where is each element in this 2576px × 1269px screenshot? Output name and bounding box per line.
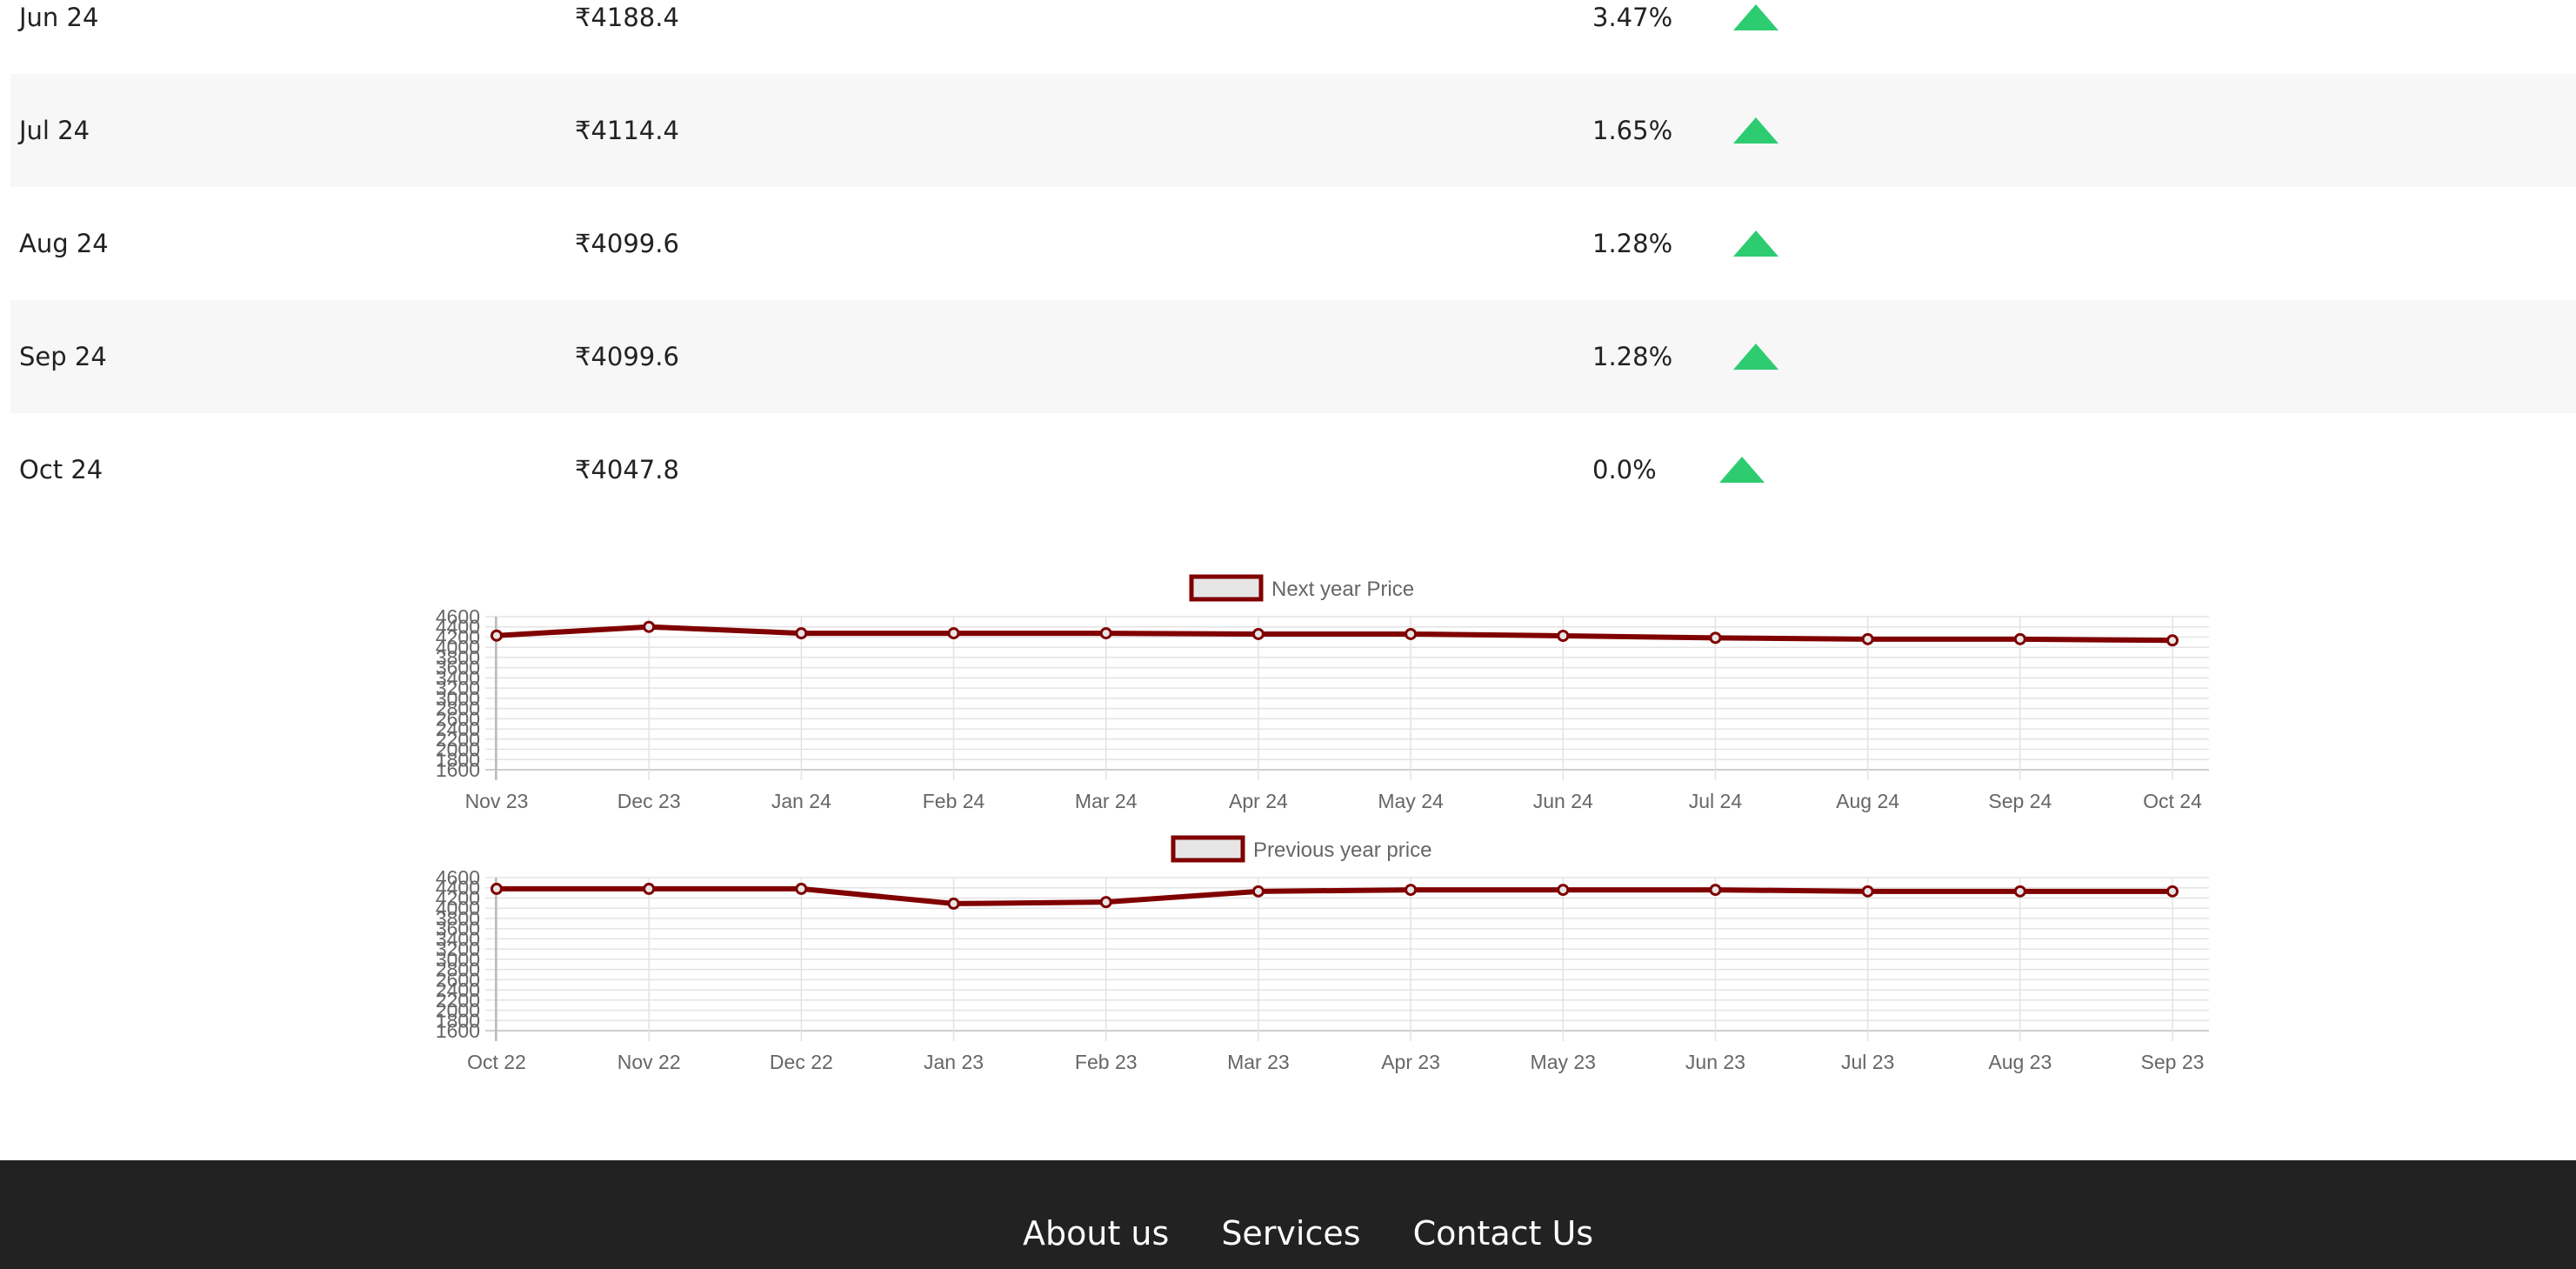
data-point[interactable] bbox=[2013, 885, 2026, 898]
x-tick-label: Aug 23 bbox=[1988, 1051, 2052, 1073]
data-point[interactable] bbox=[1861, 632, 1874, 645]
x-tick-label: Jul 23 bbox=[1841, 1051, 1894, 1073]
x-tick-label: Jun 23 bbox=[1685, 1051, 1745, 1073]
data-point[interactable] bbox=[1405, 884, 1418, 897]
price-cell: ₹4188.4 bbox=[575, 3, 679, 32]
x-tick-label: Jan 23 bbox=[924, 1051, 984, 1073]
month-cell: Aug 24 bbox=[19, 229, 109, 258]
data-point[interactable] bbox=[1405, 627, 1418, 640]
data-point[interactable] bbox=[2166, 885, 2179, 898]
legend[interactable]: Previous year price bbox=[1171, 835, 1431, 863]
up-arrow-icon bbox=[1733, 117, 1779, 144]
data-point[interactable] bbox=[1251, 627, 1265, 640]
data-point[interactable] bbox=[1709, 884, 1722, 897]
x-tick-label: Aug 24 bbox=[1836, 790, 1899, 812]
x-tick-label: Apr 23 bbox=[1381, 1051, 1440, 1073]
data-point[interactable] bbox=[1861, 885, 1874, 898]
legend-swatch bbox=[1189, 574, 1264, 602]
data-point[interactable] bbox=[947, 627, 960, 640]
x-tick-label: Jan 24 bbox=[771, 790, 831, 812]
table-row: Aug 24 ₹4099.6 1.28% bbox=[10, 187, 2576, 300]
data-point[interactable] bbox=[2166, 634, 2179, 647]
legend-swatch bbox=[1171, 835, 1245, 863]
up-arrow-icon bbox=[1733, 4, 1779, 30]
price-cell: ₹4114.4 bbox=[575, 116, 679, 145]
data-point[interactable] bbox=[1709, 631, 1722, 645]
footer-link-about-us[interactable]: About us bbox=[1023, 1214, 1169, 1252]
y-tick-label: 4600 bbox=[436, 605, 480, 628]
data-point[interactable] bbox=[491, 882, 503, 895]
table-row: Oct 24 ₹4047.8 0.0% bbox=[10, 413, 2576, 526]
data-point[interactable] bbox=[491, 629, 503, 642]
footer-nav: About us Services Contact Us bbox=[1023, 1214, 1593, 1252]
x-tick-label: Mar 24 bbox=[1075, 790, 1138, 812]
data-point[interactable] bbox=[1557, 884, 1570, 897]
month-cell: Jun 24 bbox=[19, 3, 99, 32]
x-tick-label: Sep 24 bbox=[1988, 790, 2052, 812]
x-tick-label: Oct 24 bbox=[2143, 790, 2202, 812]
x-tick-label: Apr 24 bbox=[1229, 790, 1288, 812]
x-tick-label: Nov 23 bbox=[465, 790, 529, 812]
month-cell: Oct 24 bbox=[19, 455, 103, 484]
price-cell: ₹4099.6 bbox=[575, 229, 679, 258]
table-row: Jun 24 ₹4188.4 3.47% bbox=[10, 0, 2576, 74]
x-tick-label: May 24 bbox=[1378, 790, 1444, 812]
x-tick-label: Mar 23 bbox=[1227, 1051, 1290, 1073]
x-tick-label: May 23 bbox=[1531, 1051, 1596, 1073]
legend-label: Next year Price bbox=[1271, 578, 1414, 601]
series-line bbox=[497, 885, 2172, 906]
data-point[interactable] bbox=[643, 620, 656, 633]
footer-link-contact-us[interactable]: Contact Us bbox=[1413, 1214, 1594, 1252]
change-cell: 1.28% bbox=[1592, 342, 1673, 371]
table-row: Jul 24 ₹4114.4 1.65% bbox=[10, 74, 2576, 187]
x-tick-label: Jul 24 bbox=[1689, 790, 1743, 812]
data-point[interactable] bbox=[795, 882, 808, 895]
footer: About us Services Contact Us bbox=[0, 1160, 2576, 1269]
price-table: Jun 24 ₹4188.4 3.47% Jul 24 ₹4114.4 1.65% Aug … bbox=[10, 0, 2576, 526]
month-cell: Jul 24 bbox=[19, 116, 90, 145]
next-year-price-chart: Next year Price1600180020002200240026002… bbox=[436, 574, 2209, 812]
change-cell: 0.0% bbox=[1592, 455, 1657, 484]
price-cell: ₹4099.6 bbox=[575, 342, 679, 371]
data-point[interactable] bbox=[2013, 632, 2026, 645]
data-point[interactable] bbox=[643, 882, 656, 895]
x-tick-label: Feb 23 bbox=[1075, 1051, 1138, 1073]
up-arrow-icon bbox=[1719, 457, 1765, 483]
x-tick-label: Sep 23 bbox=[2141, 1051, 2205, 1073]
data-point[interactable] bbox=[947, 897, 960, 910]
legend-label: Previous year price bbox=[1253, 838, 1431, 862]
price-cell: ₹4047.8 bbox=[575, 455, 679, 484]
previous-year-price-chart: Previous year price160018002000220024002… bbox=[436, 835, 2209, 1073]
change-cell: 1.65% bbox=[1592, 116, 1673, 145]
data-point[interactable] bbox=[1099, 627, 1112, 640]
data-point[interactable] bbox=[1251, 885, 1265, 898]
x-tick-label: Jun 24 bbox=[1533, 790, 1593, 812]
x-tick-label: Dec 23 bbox=[617, 790, 681, 812]
x-tick-label: Dec 22 bbox=[770, 1051, 833, 1073]
data-point[interactable] bbox=[795, 627, 808, 640]
up-arrow-icon bbox=[1733, 344, 1779, 370]
table-row: Sep 24 ₹4099.6 1.28% bbox=[10, 300, 2576, 413]
up-arrow-icon bbox=[1733, 230, 1779, 257]
change-cell: 3.47% bbox=[1592, 3, 1673, 32]
x-tick-label: Oct 22 bbox=[467, 1051, 526, 1073]
change-cell: 1.28% bbox=[1592, 229, 1673, 258]
grid bbox=[485, 877, 2209, 1041]
month-cell: Sep 24 bbox=[19, 342, 107, 371]
x-tick-label: Feb 24 bbox=[923, 790, 985, 812]
series-line bbox=[496, 624, 2173, 644]
footer-link-services[interactable]: Services bbox=[1221, 1214, 1360, 1252]
data-point[interactable] bbox=[1099, 896, 1112, 909]
legend[interactable]: Next year Price bbox=[1189, 574, 1414, 602]
x-tick-label: Nov 22 bbox=[617, 1051, 681, 1073]
data-point[interactable] bbox=[1557, 630, 1570, 642]
y-tick-label: 4600 bbox=[436, 866, 480, 889]
